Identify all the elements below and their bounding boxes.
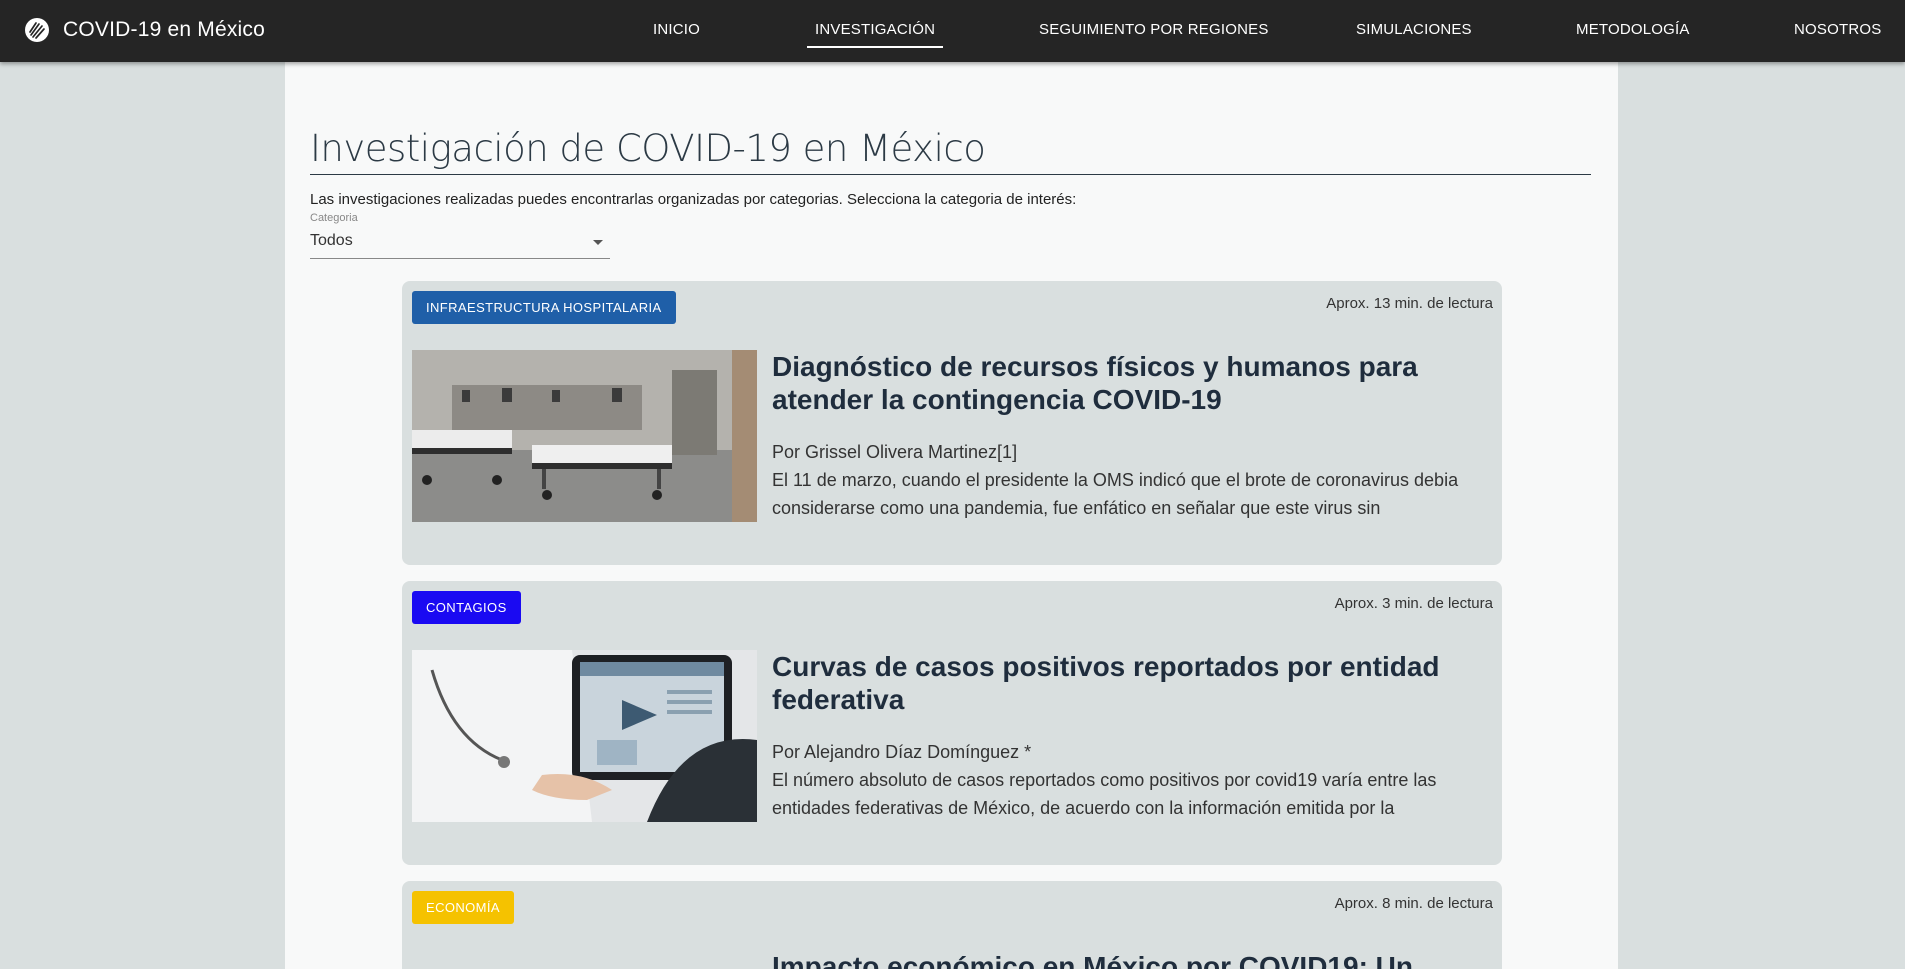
category-label: Categoria [310, 212, 358, 224]
category-badge[interactable]: ECONOMÍA [412, 891, 514, 924]
article-title[interactable]: Diagnóstico de recursos físicos y humano… [772, 350, 1472, 416]
article-card[interactable]: INFRAESTRUCTURA HOSPITALARIA Aprox. 13 m… [402, 281, 1502, 565]
read-time: Aprox. 8 min. de lectura [1334, 895, 1493, 912]
category-badge[interactable]: CONTAGIOS [412, 591, 521, 624]
article-card[interactable]: CONTAGIOS Aprox. 3 min. de lectura Curva… [402, 581, 1502, 865]
read-time: Aprox. 13 min. de lectura [1326, 295, 1493, 312]
dropdown-arrow-icon [593, 240, 603, 245]
read-time: Aprox. 3 min. de lectura [1334, 595, 1493, 612]
article-author: Por Alejandro Díaz Domínguez * [772, 742, 1032, 762]
hospital-beds-image[interactable] [412, 350, 757, 522]
nav-nosotros[interactable]: NOSOTROS [1794, 0, 1881, 59]
nav-investigacion[interactable]: INVESTIGACIÓN [806, 0, 944, 59]
article-title[interactable]: Impacto económico en México por COVID19:… [772, 950, 1472, 969]
page-title: Investigación de COVID-19 en México [310, 124, 1591, 175]
category-selected-value: Todos [310, 232, 353, 249]
nav-seguimiento-por-regiones[interactable]: SEGUIMIENTO POR REGIONES [1039, 0, 1269, 59]
nav-simulaciones[interactable]: SIMULACIONES [1356, 0, 1472, 59]
nav-inicio[interactable]: INICIO [653, 0, 700, 59]
category-select[interactable]: Todos [310, 228, 610, 259]
category-badge[interactable]: INFRAESTRUCTURA HOSPITALARIA [412, 291, 676, 324]
main-content: Investigación de COVID-19 en México Las … [285, 62, 1618, 969]
top-navbar: COVID-19 en México INICIO INVESTIGACIÓN … [0, 0, 1905, 62]
article-title[interactable]: Curvas de casos positivos reportados por… [772, 650, 1472, 716]
intro-text: Las investigaciones realizadas puedes en… [310, 191, 1077, 208]
nav-metodologia[interactable]: METODOLOGÍA [1576, 0, 1690, 59]
article-card[interactable]: ECONOMÍA Aprox. 8 min. de lectura Impact… [402, 881, 1502, 969]
article-excerpt: El número absoluto de casos reportados c… [772, 770, 1437, 818]
doctor-tablet-image[interactable] [412, 650, 757, 822]
article-excerpt: El 11 de marzo, cuando el presidente la … [772, 470, 1459, 518]
brand[interactable]: COVID-19 en México [25, 0, 265, 59]
article-author: Por Grissel Olivera Martinez[1] [772, 442, 1018, 462]
virus-logo-icon [25, 17, 49, 42]
brand-name: COVID-19 en México [63, 17, 266, 41]
